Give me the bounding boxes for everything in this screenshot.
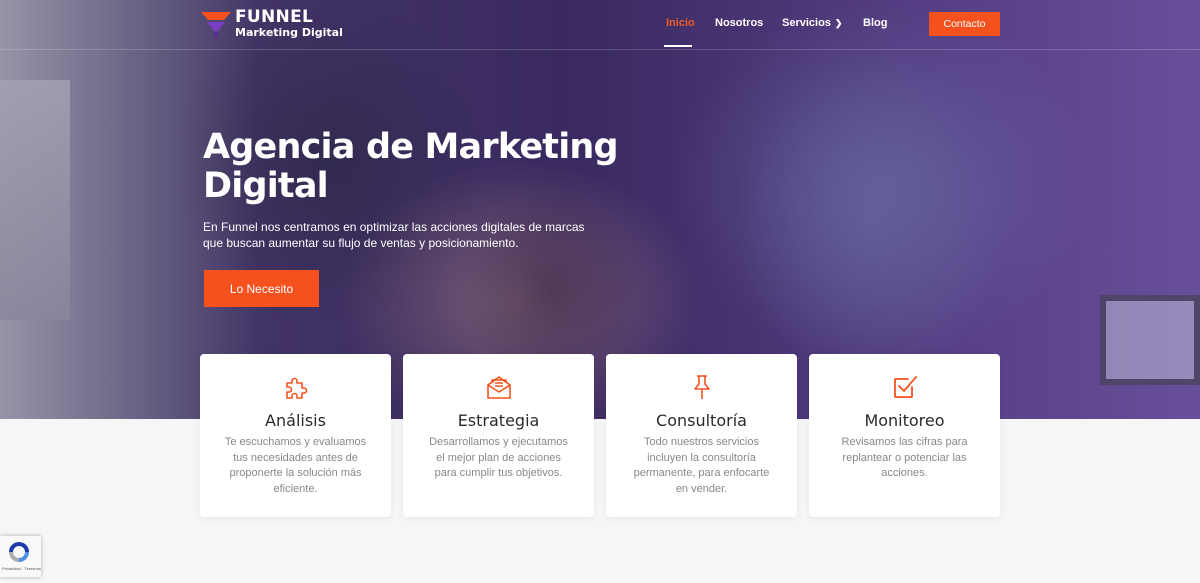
recaptcha-text: Privacidad - Términos [2,566,41,571]
logo-name: FUNNEL [235,7,314,27]
nav-item-nosotros[interactable]: Nosotros [715,17,763,29]
pushpin-icon [694,375,710,399]
chevron-down-icon: ❯ [834,18,843,28]
contact-button[interactable]: Contacto [929,12,1000,36]
hero-section: Agencia de Marketing Digital En Funnel n… [0,0,1200,419]
card-text: Revisamos las cifras para replantear o p… [841,436,968,479]
card-title: Consultoría [656,411,747,430]
hero-description: En Funnel nos centramos en optimizar las… [203,220,585,250]
logo[interactable]: FUNNEL Marketing Digital [200,6,343,42]
funnel-logo-icon [201,12,231,38]
card-title: Análisis [265,411,326,430]
active-nav-indicator [664,45,692,47]
nav-item-servicios-label: Servicios [782,17,831,29]
nav-item-blog[interactable]: Blog [863,17,887,29]
nav-item-inicio[interactable]: Inicio [666,17,695,29]
service-card-monitoreo: Monitoreo Revisamos las cifras para repl… [809,354,1000,517]
card-text: Todo nuestros servicios incluyen la cons… [633,436,770,495]
card-text: Te escuchamos y evaluamos tus necesidade… [224,436,367,495]
service-card-analisis: Análisis Te escuchamos y evaluamos tus n… [200,354,391,517]
hero-title: Agencia de Marketing Digital [203,127,619,206]
nav-item-servicios[interactable]: Servicios ❯ [782,17,842,29]
logo-tagline: Marketing Digital [235,26,343,39]
service-card-estrategia: Estrategia Desarrollamos y ejecutamos el… [403,354,594,517]
card-text: Desarrollamos y ejecutamos el mejor plan… [429,436,568,479]
hero-overlay [0,0,1200,419]
recaptcha-icon [9,542,29,562]
envelope-icon [487,376,511,399]
card-title: Monitoreo [864,411,945,430]
recaptcha-badge[interactable]: Privacidad - Términos [0,536,41,577]
puzzle-icon [286,377,308,399]
cta-button[interactable]: Lo Necesito [204,270,319,307]
checkbox-icon [894,376,917,398]
site-header: FUNNEL Marketing Digital Inicio Nosotros… [0,0,1200,50]
card-title: Estrategia [457,411,540,430]
service-card-consultoria: Consultoría Todo nuestros servicios incl… [606,354,797,517]
